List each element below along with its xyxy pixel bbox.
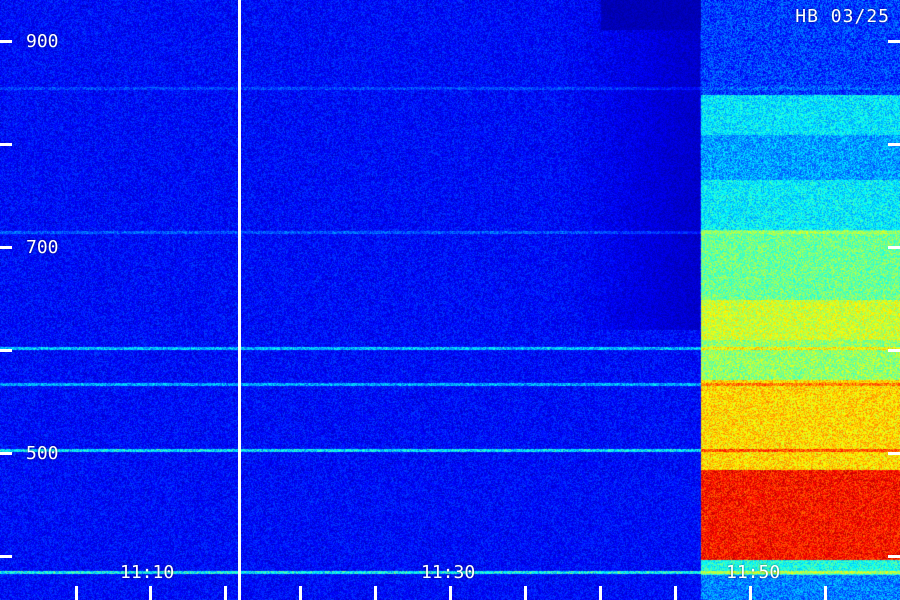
- spectrogram-image: [0, 0, 900, 600]
- y-tick-right: [888, 143, 900, 146]
- x-tick: [299, 586, 302, 600]
- x-tick: [449, 586, 452, 600]
- x-tick: [524, 586, 527, 600]
- time-gap-divider: [238, 0, 241, 600]
- x-tick: [75, 586, 78, 600]
- y-tick: [0, 143, 12, 146]
- y-tick-label-500: 500: [26, 443, 59, 464]
- y-tick-label-900: 900: [26, 31, 59, 52]
- y-tick: [0, 246, 12, 249]
- y-tick-label-700: 700: [26, 237, 59, 258]
- x-tick: [599, 586, 602, 600]
- y-tick-right: [888, 452, 900, 455]
- x-tick: [749, 586, 752, 600]
- x-tick-label-1150: 11:50: [726, 562, 781, 583]
- y-tick-right: [888, 555, 900, 558]
- station-tag: HB 03/25: [795, 6, 890, 27]
- y-tick-right: [888, 349, 900, 352]
- x-tick: [149, 586, 152, 600]
- y-tick: [0, 349, 12, 352]
- y-tick-right: [888, 246, 900, 249]
- y-tick: [0, 452, 12, 455]
- x-tick: [374, 586, 377, 600]
- x-tick: [824, 586, 827, 600]
- y-tick-right: [888, 40, 900, 43]
- x-tick-label-1110: 11:10: [120, 562, 175, 583]
- x-tick-label-1130: 11:30: [421, 562, 476, 583]
- x-tick: [674, 586, 677, 600]
- spectrogram-panel: 900 700 500 11:10 11:30 11:50 HB 03/25: [0, 0, 900, 600]
- y-tick: [0, 40, 12, 43]
- x-tick: [224, 586, 227, 600]
- y-tick: [0, 555, 12, 558]
